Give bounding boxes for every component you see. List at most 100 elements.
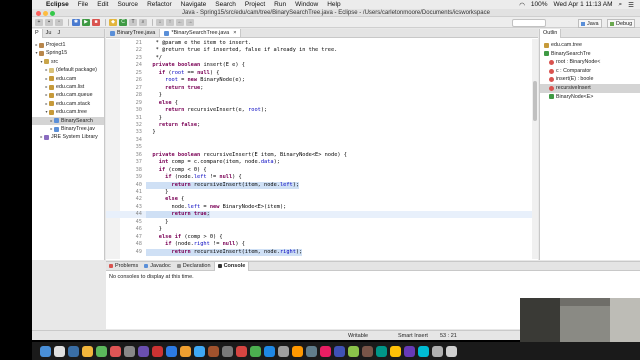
code-line[interactable]: 31 } [106, 115, 538, 122]
dock-app-icon[interactable] [278, 345, 289, 357]
outline-item[interactable]: BinarySearchTre [540, 50, 640, 59]
code-area[interactable]: 21 * @param e the item to insert. 22 * @r… [106, 39, 538, 259]
menu-file[interactable]: File [78, 1, 88, 8]
dock-app-icon[interactable] [82, 345, 93, 357]
tree-item[interactable]: ▸ BinaryTree.jav [32, 125, 104, 133]
code-line[interactable]: 21 * @param e the item to insert. [106, 40, 538, 47]
java-perspective-button[interactable]: Java [578, 19, 602, 28]
menu-run[interactable]: Run [274, 1, 286, 8]
dock-app-icon[interactable] [348, 345, 359, 357]
wifi-icon[interactable]: ◠ [519, 1, 525, 9]
code-line[interactable]: 47 else if (comp > 0) { [106, 234, 538, 241]
spotlight-search-icon[interactable]: ⌕ [619, 1, 623, 9]
code-line[interactable]: 32 return false; [106, 122, 538, 129]
status-insert-mode[interactable]: Smart Insert [398, 333, 428, 339]
dock-app-icon[interactable] [446, 345, 457, 357]
outline-item[interactable]: root : BinaryNode< [540, 58, 640, 67]
tab-outline[interactable]: Outlin [540, 28, 562, 38]
outline-item[interactable]: BinaryNode<E> [540, 93, 640, 102]
dock-app-icon[interactable] [362, 345, 373, 357]
outline-item[interactable]: edu.cam.tree [540, 41, 640, 50]
run-icon[interactable]: ▶ [82, 18, 90, 26]
outline-item[interactable]: c : Comparator [540, 67, 640, 76]
code-line[interactable]: 45 } [106, 219, 538, 226]
tab-package-explorer[interactable]: P [32, 28, 43, 38]
notification-center-icon[interactable]: ☰ [628, 1, 634, 9]
tree-item[interactable]: ▾ edu.cam.tree [32, 108, 104, 116]
dock-app-icon[interactable] [96, 345, 107, 357]
dock-app-icon[interactable] [110, 345, 121, 357]
zoom-window-icon[interactable] [50, 11, 55, 16]
tree-item[interactable]: ▸ edu.cam [32, 75, 104, 83]
debug-perspective-button[interactable]: Debug [607, 19, 636, 28]
menu-navigate[interactable]: Navigate [181, 1, 207, 8]
code-line[interactable]: 46 } [106, 226, 538, 233]
code-line[interactable]: 49 return recursiveInsert(item, node.rig… [106, 248, 538, 256]
menu-refactor[interactable]: Refactor [147, 1, 172, 8]
code-line[interactable]: 30 return recursiveInsert(e, root); [106, 107, 538, 114]
editor-scrollbar[interactable] [532, 39, 538, 259]
tree-item[interactable]: ▾ src [32, 58, 104, 66]
menu-edit[interactable]: Edit [97, 1, 108, 8]
next-annotation-icon[interactable]: ↓ [156, 18, 164, 26]
new-package-icon[interactable]: ◆ [109, 18, 117, 26]
code-line[interactable]: 29 else { [106, 100, 538, 107]
dock-app-icon[interactable] [404, 345, 415, 357]
code-line[interactable]: 38 if (comp < 0) { [106, 167, 538, 174]
save-icon[interactable]: ▪ [45, 18, 53, 26]
battery-percent[interactable]: 100% [531, 1, 548, 8]
code-line[interactable]: 41 } [106, 189, 538, 196]
dock-app-icon[interactable] [54, 345, 65, 357]
code-line[interactable]: 26 root = new BinaryNode(e); [106, 77, 538, 84]
debug-icon[interactable]: ✱ [72, 18, 80, 26]
dock-app-icon[interactable] [264, 345, 275, 357]
code-line[interactable]: 24 private boolean insert(E e) { [106, 62, 538, 69]
quick-access-field[interactable] [512, 19, 546, 27]
print-icon[interactable]: ▫ [55, 18, 63, 26]
code-line[interactable]: 22 * @return true if inserted, false if … [106, 47, 538, 54]
editor-tab-binarysearchtree[interactable]: *BinarySearchTree.java × [160, 29, 242, 37]
code-line[interactable]: 34 [106, 137, 538, 144]
open-type-icon[interactable]: T [129, 18, 137, 26]
menu-search[interactable]: Search [215, 1, 236, 8]
menu-window[interactable]: Window [295, 1, 318, 8]
code-line[interactable]: 23 */ [106, 55, 538, 62]
dock-app-icon[interactable] [320, 345, 331, 357]
dock-app-icon[interactable] [208, 345, 219, 357]
menu-project[interactable]: Project [245, 1, 265, 8]
tree-item[interactable]: ▾ Spring15 [32, 49, 104, 57]
code-line[interactable]: 37 int comp = c.compare(item, node.data)… [106, 159, 538, 166]
code-line[interactable]: 36 private boolean recursiveInsert(E ite… [106, 152, 538, 159]
search-icon[interactable]: ⌕ [139, 18, 147, 26]
stop-icon[interactable]: ■ [92, 18, 100, 26]
menu-source[interactable]: Source [117, 1, 138, 8]
dock-app-icon[interactable] [40, 345, 51, 357]
dock-app-icon[interactable] [194, 345, 205, 357]
dock-app-icon[interactable] [432, 345, 443, 357]
dock-app-icon[interactable] [180, 345, 191, 357]
new-icon[interactable]: + [35, 18, 43, 26]
dock-app-icon[interactable] [418, 345, 429, 357]
editor-tab-binarytree[interactable]: BinaryTree.java [106, 29, 161, 37]
tree-item[interactable]: ▸ edu.cam.stack [32, 100, 104, 108]
code-line[interactable]: 42 else { [106, 196, 538, 203]
dock-app-icon[interactable] [306, 345, 317, 357]
minimize-window-icon[interactable] [43, 11, 48, 16]
forward-icon[interactable]: → [186, 18, 194, 26]
dock-app-icon[interactable] [68, 345, 79, 357]
prev-annotation-icon[interactable]: ↑ [166, 18, 174, 26]
code-line[interactable]: 39 if (node.left != null) { [106, 174, 538, 181]
code-line[interactable]: 33 } [106, 129, 538, 136]
tab-console[interactable]: Console [213, 261, 250, 271]
code-line[interactable]: 25 if (root == null) { [106, 70, 538, 77]
close-window-icon[interactable] [36, 11, 41, 16]
close-tab-icon[interactable]: × [233, 29, 236, 37]
tab-declaration[interactable]: Declaration [174, 262, 214, 271]
code-line[interactable]: 48 if (node.right != null) { [106, 241, 538, 248]
tree-item[interactable]: ▸ JRE System Library [32, 133, 104, 141]
outline-item[interactable]: recursiveInsert [540, 83, 640, 93]
code-line[interactable]: 35 [106, 144, 538, 151]
tab-problems[interactable]: Problems [106, 262, 141, 271]
dock-app-icon[interactable] [390, 345, 401, 357]
clock[interactable]: Wed Apr 1 11:13 AM [554, 1, 613, 8]
